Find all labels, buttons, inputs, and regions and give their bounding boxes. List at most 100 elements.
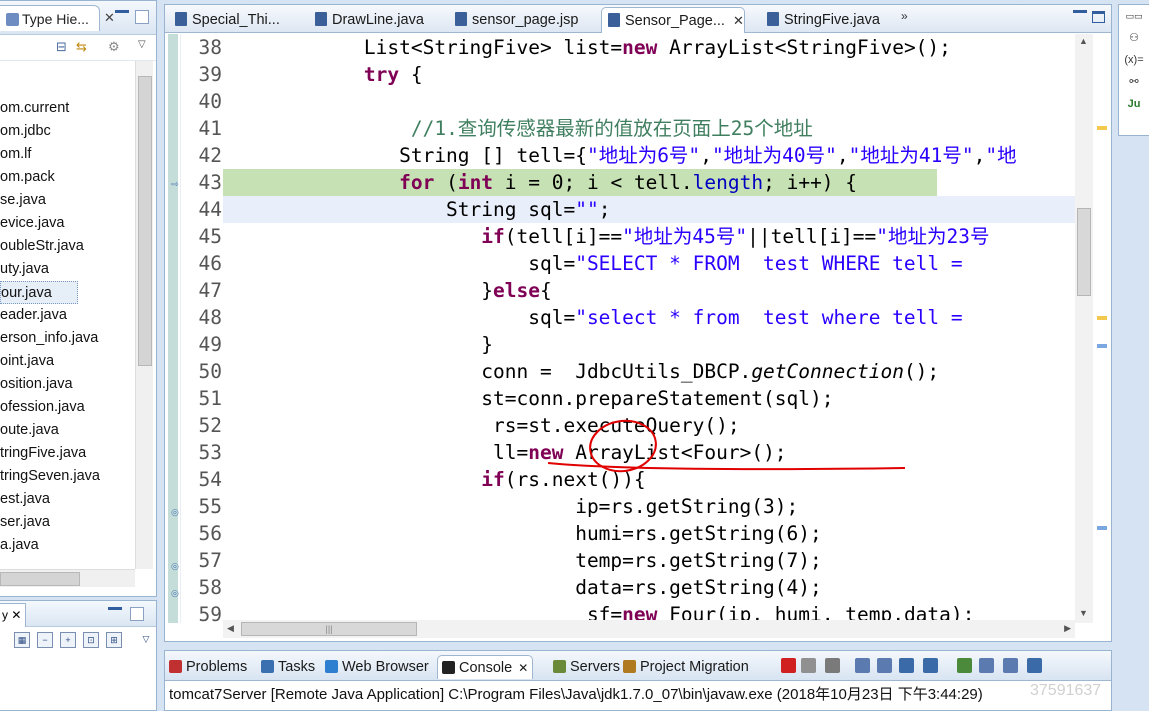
editor-vertical-scrollbar[interactable]: ▲ ▼ (1075, 34, 1093, 623)
warning-marker[interactable] (1097, 126, 1107, 130)
minimize-icon[interactable] (108, 607, 122, 621)
type-list-item[interactable]: om.jdbc (0, 120, 135, 143)
occurrence-marker[interactable] (1097, 344, 1107, 348)
editor-tab[interactable]: DrawLine.java (309, 7, 445, 33)
scroll-thumb[interactable] (1077, 208, 1091, 296)
left-horizontal-scrollbar[interactable] (0, 569, 135, 587)
code-line-56: humi=rs.getString(6); (223, 522, 822, 545)
zoom-out-icon[interactable]: − (37, 632, 53, 648)
type-list-item[interactable]: ofession.java (0, 396, 135, 419)
scroll-thumb[interactable]: ||| (241, 622, 417, 636)
breakpoints-icon[interactable]: ⚇ (1119, 27, 1149, 49)
code-line-44: String sql=""; (223, 196, 1075, 223)
overview-ruler (1093, 34, 1111, 623)
scroll-left-icon[interactable]: ◀ (227, 623, 234, 634)
minimize-icon[interactable] (1073, 10, 1087, 24)
console-tab[interactable]: Problems (169, 655, 247, 679)
lower-left-tab[interactable]: y ✕ (0, 603, 26, 627)
type-list-item[interactable]: a.java (0, 534, 135, 557)
scroll-down-icon[interactable]: ▼ (1079, 608, 1088, 618)
chevron-down-icon[interactable]: ▽ (138, 39, 146, 50)
maximize-icon[interactable] (1092, 11, 1105, 23)
type-hierarchy-toolbar: ⊟ ⇆ ⚙ ▽ (0, 35, 156, 61)
java-file-icon (315, 12, 327, 26)
zoom-in-icon[interactable]: + (60, 632, 76, 648)
minimize-icon[interactable] (115, 10, 129, 24)
editor-tab[interactable]: Special_Thi... (169, 7, 305, 33)
collapse-all-icon[interactable]: ⊟ (56, 39, 67, 55)
type-hierarchy-tab[interactable]: Type Hie... (0, 5, 100, 31)
expressions-icon[interactable]: ⚯ (1119, 71, 1149, 93)
type-list-item[interactable]: eader.java (0, 304, 135, 327)
type-list-item[interactable]: osition.java (0, 373, 135, 396)
editor-tab[interactable]: StringFive.java (761, 7, 897, 33)
code-area[interactable]: List<StringFive> list=new ArrayList<Stri… (223, 34, 1075, 623)
show-stdout-icon[interactable] (877, 658, 892, 673)
warning-marker[interactable] (1097, 316, 1107, 320)
occurrence-marker[interactable] (1097, 526, 1107, 530)
console-tab[interactable]: Tasks (261, 655, 315, 679)
close-tab-icon[interactable]: ✕ (733, 13, 744, 28)
type-list-item[interactable]: erson_info.java (0, 327, 135, 350)
remove-all-icon[interactable] (825, 658, 840, 673)
type-list-item[interactable]: oute.java (0, 419, 135, 442)
override-marker-icon[interactable]: ◎ (171, 507, 179, 518)
type-hierarchy-icon (6, 13, 19, 26)
type-list-item[interactable]: tringSeven.java (0, 465, 135, 488)
vertical-ruler: ⇨ ◎ ◎ ◎ (165, 34, 181, 623)
maximize-icon[interactable] (130, 607, 144, 621)
console-tab[interactable]: Web Browser (325, 655, 429, 679)
java-file-icon (175, 12, 187, 26)
view-menu-icon[interactable]: ⚙ (108, 39, 120, 55)
tab-overflow-icon[interactable]: » (901, 9, 908, 23)
restore-icon[interactable]: ▭▭ (1119, 5, 1149, 27)
close-tab-icon[interactable]: ✕ (518, 661, 528, 675)
type-list-item[interactable]: tringFive.java (0, 442, 135, 465)
new-console-icon[interactable] (979, 658, 994, 673)
minimize-icon[interactable] (1027, 658, 1042, 673)
terminate-icon[interactable] (781, 658, 796, 673)
breakpoint-marker-icon[interactable]: ⇨ (171, 179, 179, 190)
scroll-lock-icon[interactable] (855, 658, 870, 673)
type-list-item[interactable]: om.lf (0, 143, 135, 166)
type-list-item[interactable]: om.current (0, 97, 135, 120)
scroll-right-icon[interactable]: ▶ (1064, 623, 1071, 634)
console-tab[interactable]: Project Migration (623, 655, 749, 679)
image-icon[interactable]: ▦ (14, 632, 30, 648)
override-marker-icon[interactable]: ◎ (171, 588, 179, 599)
pin-console-icon[interactable] (899, 658, 914, 673)
line-numbers: 38 39 40 41 42 43 44 45 46 47 48 49 50 51 52 53 54 55 56 57… (182, 34, 222, 623)
zoom-100-icon[interactable]: ⊡ (83, 632, 99, 648)
editor-tab[interactable]: Sensor_Page... ✕ (601, 7, 745, 33)
editor-tab[interactable]: sensor_page.jsp (449, 7, 597, 33)
open-console-icon[interactable] (957, 658, 972, 673)
type-list-item[interactable]: oint.java (0, 350, 135, 373)
scroll-up-icon[interactable]: ▲ (1079, 36, 1088, 46)
display-console-icon[interactable] (923, 658, 938, 673)
type-list-item[interactable]: est.java (0, 488, 135, 511)
editor-horizontal-scrollbar[interactable]: ◀ ||| ▶ (223, 620, 1075, 638)
type-list-item[interactable]: our.java (0, 281, 78, 304)
override-marker-icon[interactable]: ◎ (171, 561, 179, 572)
type-list-item[interactable]: oubleStr.java (0, 235, 135, 258)
remove-launch-icon[interactable] (801, 658, 816, 673)
console-tab[interactable]: Servers (553, 655, 620, 679)
scroll-thumb[interactable] (138, 76, 152, 366)
chevron-down-icon[interactable]: ▽ (138, 632, 154, 648)
fit-icon[interactable]: ⊞ (106, 632, 122, 648)
left-vertical-scrollbar[interactable] (135, 61, 153, 569)
type-list-item[interactable]: evice.java (0, 212, 135, 235)
variables-icon[interactable]: (x)= (1119, 49, 1149, 71)
type-list-item[interactable]: se.java (0, 189, 135, 212)
junit-icon[interactable]: Ju (1119, 93, 1149, 115)
link-with-editor-icon[interactable]: ⇆ (76, 39, 87, 55)
maximize-icon[interactable] (135, 10, 149, 24)
close-icon[interactable]: ✕ (11, 608, 21, 622)
view-menu-icon[interactable] (1003, 658, 1018, 673)
close-icon[interactable]: ✕ (104, 10, 115, 26)
type-list-item[interactable]: om.pack (0, 166, 135, 189)
console-tab[interactable]: Console ✕ (437, 655, 534, 679)
scroll-thumb[interactable] (0, 572, 80, 586)
type-list-item[interactable]: ser.java (0, 511, 135, 534)
type-list-item[interactable]: uty.java (0, 258, 135, 281)
